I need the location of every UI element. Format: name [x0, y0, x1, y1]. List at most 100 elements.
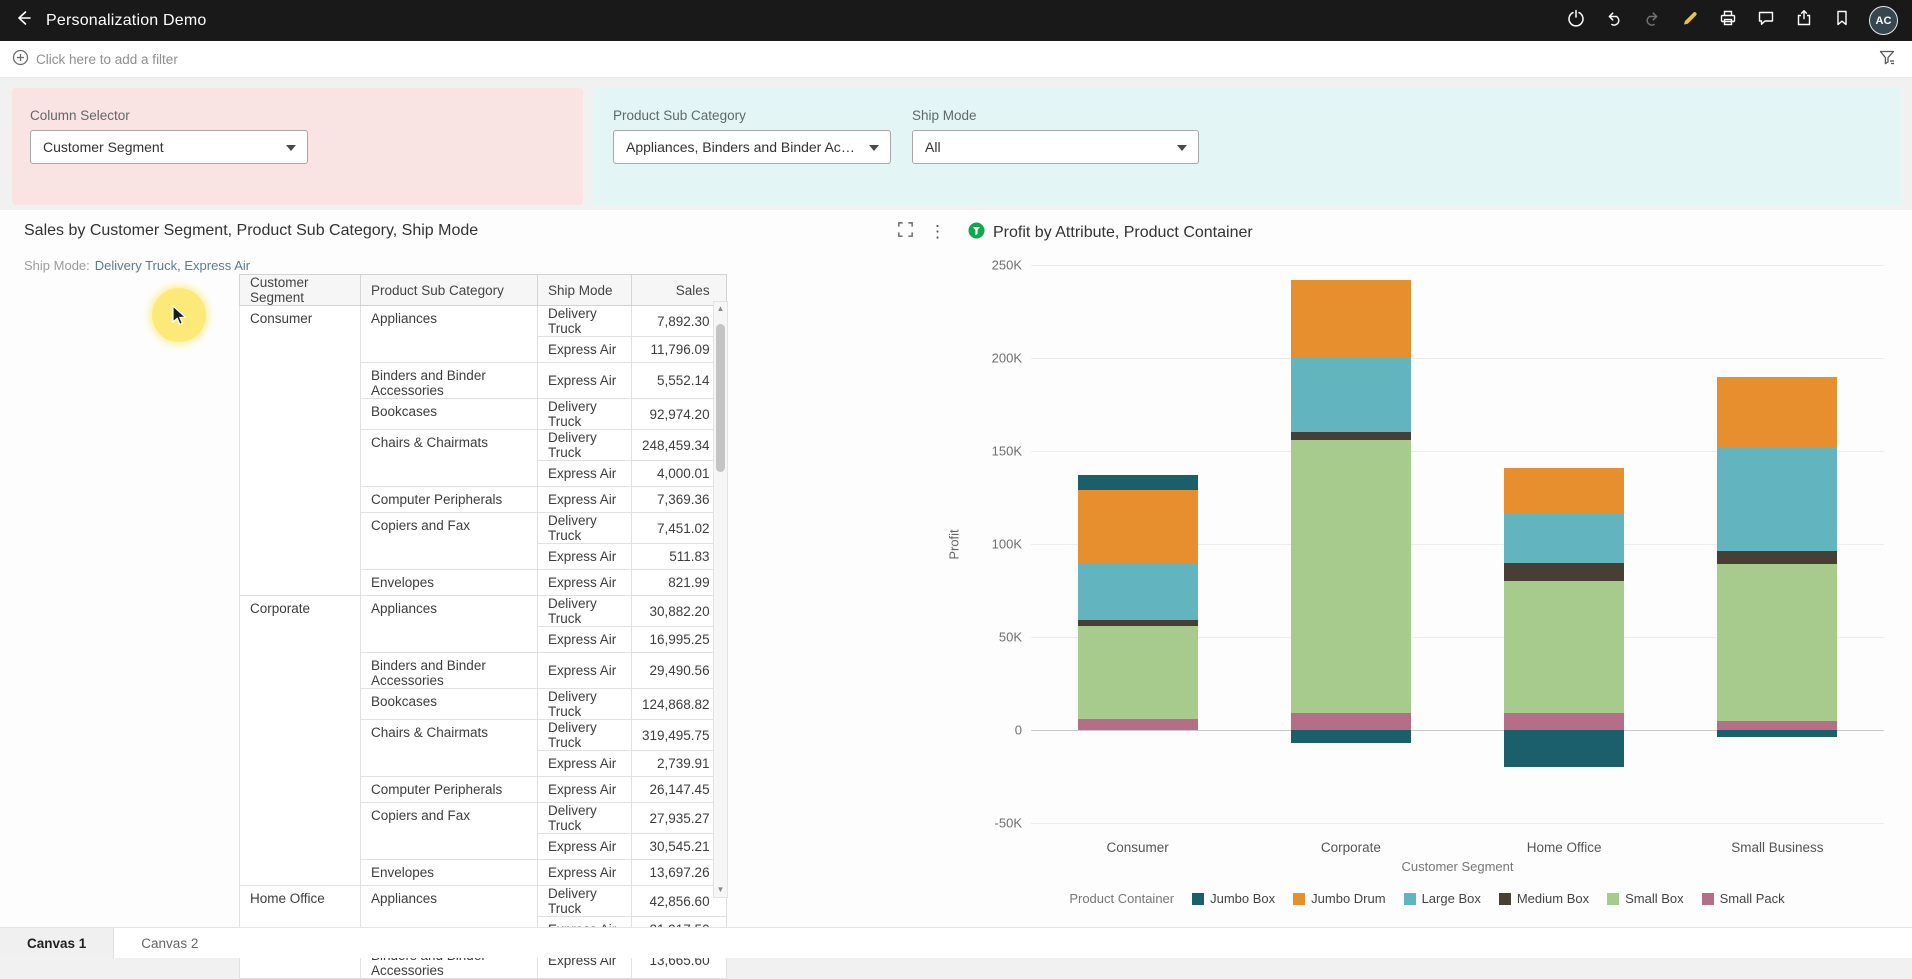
table-cell[interactable]: Bookcases: [361, 399, 538, 430]
edit-button[interactable]: [1679, 10, 1701, 32]
legend-item[interactable]: Jumbo Drum: [1293, 891, 1385, 906]
bookmark-button[interactable]: [1831, 10, 1853, 32]
maximize-button[interactable]: [896, 220, 915, 244]
bar-segment-large-box[interactable]: [1504, 514, 1624, 562]
legend-item[interactable]: Medium Box: [1499, 891, 1589, 906]
x-axis-label[interactable]: Corporate: [1321, 840, 1381, 855]
filter-options-button[interactable]: [1878, 48, 1896, 71]
table-cell[interactable]: Envelopes: [361, 860, 538, 886]
table-cell[interactable]: 7,451.02: [632, 513, 727, 544]
bar-segment-jumbo-box[interactable]: [1078, 475, 1198, 490]
bar-segment-small-box[interactable]: [1504, 581, 1624, 713]
table-cell[interactable]: 92,974.20: [632, 399, 727, 430]
table-cell[interactable]: Delivery Truck: [538, 689, 632, 720]
x-axis-label[interactable]: Consumer: [1106, 840, 1168, 855]
back-button[interactable]: [0, 0, 46, 41]
col-header-sales[interactable]: Sales: [632, 275, 727, 306]
redo-button[interactable]: [1641, 10, 1663, 32]
power-button[interactable]: [1565, 10, 1587, 32]
kebab-menu-button[interactable]: ⋮: [929, 222, 946, 242]
bar-segment-small-pack[interactable]: [1504, 713, 1624, 730]
bar-segment-medium-box[interactable]: [1717, 551, 1837, 564]
product-sub-category-dropdown[interactable]: Appliances, Binders and Binder Accessori…: [613, 130, 891, 164]
table-cell[interactable]: 248,459.34: [632, 430, 727, 461]
table-cell[interactable]: 42,856.60: [632, 886, 727, 917]
bar-segment-jumbo-drum[interactable]: [1078, 490, 1198, 564]
table-cell[interactable]: Express Air: [538, 570, 632, 596]
table-cell[interactable]: 27,935.27: [632, 803, 727, 834]
bar-segment-large-box[interactable]: [1717, 447, 1837, 551]
bar-segment-medium-box[interactable]: [1078, 620, 1198, 626]
table-cell[interactable]: Copiers and Fax: [361, 513, 538, 570]
table-cell[interactable]: 13,697.26: [632, 860, 727, 886]
legend-item[interactable]: Small Pack: [1702, 891, 1785, 906]
table-cell[interactable]: Delivery Truck: [538, 399, 632, 430]
table-cell[interactable]: Consumer: [240, 306, 361, 596]
sales-table[interactable]: Customer Segment Product Sub Category Sh…: [239, 274, 727, 979]
bar-segment-jumbo-drum[interactable]: [1291, 280, 1411, 358]
col-header-product-sub-category[interactable]: Product Sub Category: [361, 275, 538, 306]
table-cell[interactable]: Express Air: [538, 860, 632, 886]
bar-segment-jumbo-box[interactable]: [1291, 730, 1411, 743]
table-cell[interactable]: Binders and Binder Accessories: [361, 363, 538, 399]
table-cell[interactable]: Delivery Truck: [538, 596, 632, 627]
table-cell[interactable]: Delivery Truck: [538, 720, 632, 751]
table-cell[interactable]: Express Air: [538, 337, 632, 363]
bar-segment-jumbo-drum[interactable]: [1717, 377, 1837, 448]
table-cell[interactable]: Appliances: [361, 596, 538, 653]
table-cell[interactable]: Chairs & Chairmats: [361, 720, 538, 777]
table-cell[interactable]: Express Air: [538, 627, 632, 653]
table-cell[interactable]: Express Air: [538, 487, 632, 513]
bar-segment-small-box[interactable]: [1717, 564, 1837, 720]
table-cell[interactable]: 11,796.09: [632, 337, 727, 363]
legend-item[interactable]: Large Box: [1404, 891, 1481, 906]
table-cell[interactable]: Express Air: [538, 544, 632, 570]
bar-segment-small-box[interactable]: [1078, 626, 1198, 719]
table-cell[interactable]: 5,552.14: [632, 363, 727, 399]
export-button[interactable]: [1793, 10, 1815, 32]
legend-item[interactable]: Small Box: [1607, 891, 1684, 906]
ship-mode-dropdown[interactable]: All: [912, 130, 1199, 164]
print-button[interactable]: [1717, 10, 1739, 32]
scrollbar-thumb[interactable]: [716, 324, 725, 472]
table-cell[interactable]: Delivery Truck: [538, 430, 632, 461]
bar-segment-medium-box[interactable]: [1504, 563, 1624, 582]
table-scrollbar[interactable]: ▲ ▼: [713, 301, 728, 898]
table-cell[interactable]: 16,995.25: [632, 627, 727, 653]
table-cell[interactable]: Binders and Binder Accessories: [361, 653, 538, 689]
table-cell[interactable]: Delivery Truck: [538, 513, 632, 544]
table-cell[interactable]: Copiers and Fax: [361, 803, 538, 860]
bar-segment-jumbo-box[interactable]: [1504, 730, 1624, 767]
table-cell[interactable]: Express Air: [538, 653, 632, 689]
table-cell[interactable]: 26,147.45: [632, 777, 727, 803]
bar-segment-jumbo-box[interactable]: [1717, 730, 1837, 737]
bar-segment-small-box[interactable]: [1291, 440, 1411, 713]
table-cell[interactable]: 821.99: [632, 570, 727, 596]
table-cell[interactable]: Delivery Truck: [538, 886, 632, 917]
table-cell[interactable]: Express Air: [538, 834, 632, 860]
table-cell[interactable]: 124,868.82: [632, 689, 727, 720]
add-filter-button[interactable]: Click here to add a filter: [12, 49, 178, 69]
x-axis-label[interactable]: Small Business: [1731, 840, 1823, 855]
table-cell[interactable]: Express Air: [538, 777, 632, 803]
table-cell[interactable]: Computer Peripherals: [361, 487, 538, 513]
bar-segment-large-box[interactable]: [1078, 564, 1198, 620]
table-cell[interactable]: 4,000.01: [632, 461, 727, 487]
comment-button[interactable]: [1755, 10, 1777, 32]
table-cell[interactable]: 30,882.20: [632, 596, 727, 627]
table-cell[interactable]: Bookcases: [361, 689, 538, 720]
column-selector-dropdown[interactable]: Customer Segment: [30, 130, 308, 164]
scroll-down-arrow-icon[interactable]: ▼: [714, 883, 727, 897]
bar-segment-small-pack[interactable]: [1291, 713, 1411, 730]
table-cell[interactable]: Delivery Truck: [538, 803, 632, 834]
table-cell[interactable]: Computer Peripherals: [361, 777, 538, 803]
avatar[interactable]: AC: [1869, 6, 1898, 35]
bar-segment-small-pack[interactable]: [1717, 721, 1837, 730]
table-cell[interactable]: Express Air: [538, 751, 632, 777]
scroll-up-arrow-icon[interactable]: ▲: [714, 302, 727, 316]
tab-canvas-1[interactable]: Canvas 1: [0, 928, 114, 958]
table-cell[interactable]: 2,739.91: [632, 751, 727, 777]
bar-segment-small-pack[interactable]: [1078, 719, 1198, 730]
table-cell[interactable]: 511.83: [632, 544, 727, 570]
table-cell[interactable]: Express Air: [538, 363, 632, 399]
